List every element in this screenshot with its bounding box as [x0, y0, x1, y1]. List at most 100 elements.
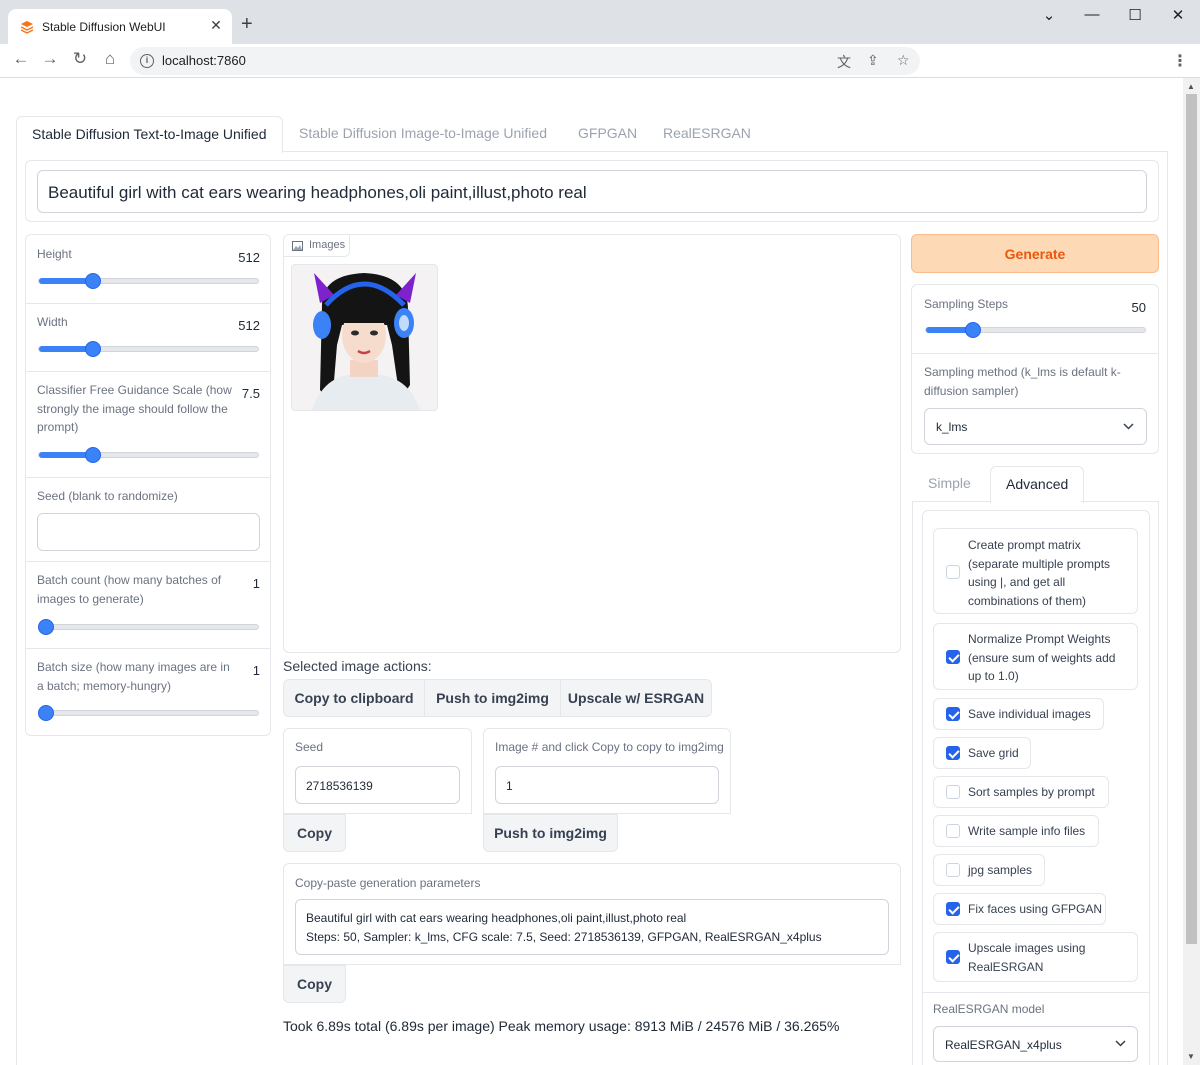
realesrgan-model-select[interactable]: RealESRGAN_x4plus [933, 1026, 1138, 1062]
page-scrollbar[interactable]: ▲ ▼ [1183, 78, 1200, 1065]
batch-size-label: Batch size (how many images are in a bat… [37, 660, 230, 693]
fix-faces-checkbox[interactable] [946, 902, 960, 916]
height-slider-thumb[interactable] [86, 274, 100, 288]
share-icon[interactable]: ⇪ [867, 52, 879, 69]
write-info-checkbox[interactable] [946, 824, 960, 838]
gallery-label: Images [309, 239, 346, 251]
sampling-steps-thumb[interactable] [966, 323, 980, 337]
jpg-samples-label: jpg samples [968, 863, 1033, 877]
width-slider-thumb[interactable] [86, 342, 100, 356]
sampling-panel: Sampling Steps 50 Sampling method (k_lms… [911, 284, 1159, 454]
close-tab-icon[interactable]: ✕ [208, 17, 224, 34]
image-index-label: Image # and click Copy to copy to img2im… [495, 740, 724, 754]
push-index-to-img2img-button[interactable]: Push to img2img [483, 814, 618, 852]
jpg-samples-checkbox[interactable] [946, 863, 960, 877]
option-jpg-samples[interactable]: jpg samples [933, 854, 1045, 886]
sampling-steps-slider[interactable] [925, 323, 1146, 337]
new-tab-icon[interactable]: + [241, 14, 253, 34]
scroll-thumb[interactable] [1186, 94, 1197, 944]
option-upscale[interactable]: Upscale images using RealESRGAN [933, 932, 1138, 982]
upscale-esrgan-button[interactable]: Upscale w/ ESRGAN [560, 679, 712, 717]
divider [912, 353, 1158, 354]
cfg-slider-thumb[interactable] [86, 448, 100, 462]
cfg-value[interactable]: 7.5 [222, 386, 260, 401]
scroll-down-icon[interactable]: ▼ [1187, 1052, 1195, 1061]
option-save-grid[interactable]: Save grid [933, 737, 1031, 769]
sampling-steps-value[interactable]: 50 [1108, 300, 1146, 315]
minimize-icon[interactable]: — [1077, 6, 1107, 23]
batch-count-slider-thumb[interactable] [39, 620, 53, 634]
width-label: Width [37, 315, 68, 329]
browser-titlebar: Stable Diffusion WebUI ✕ + ⌄ — ☐ ✕ [0, 0, 1200, 44]
batch-size-slider-thumb[interactable] [39, 706, 53, 720]
sort-samples-checkbox[interactable] [946, 785, 960, 799]
translate-icon[interactable]: 文 [837, 52, 851, 72]
home-icon[interactable]: ⌂ [99, 49, 121, 69]
seed-output-value[interactable]: 2718536139 [306, 779, 373, 793]
tab-img2img[interactable]: Stable Diffusion Image-to-Image Unified [299, 116, 547, 151]
prompt-matrix-checkbox[interactable] [946, 565, 960, 579]
back-icon[interactable]: ← [10, 49, 32, 69]
seed-input[interactable] [37, 513, 260, 551]
batch-count-slider[interactable] [38, 620, 259, 634]
height-slider[interactable] [38, 274, 259, 288]
params-line-1[interactable]: Beautiful girl with cat ears wearing hea… [306, 911, 686, 925]
params-line-2[interactable]: Steps: 50, Sampler: k_lms, CFG scale: 7.… [306, 930, 822, 944]
generate-button[interactable]: Generate [911, 234, 1159, 273]
scroll-up-icon[interactable]: ▲ [1187, 82, 1195, 91]
prompt-text[interactable]: Beautiful girl with cat ears wearing hea… [48, 183, 587, 203]
save-grid-checkbox[interactable] [946, 746, 960, 760]
option-prompt-matrix[interactable]: Create prompt matrix (separate multiple … [933, 528, 1138, 614]
fix-faces-label: Fix faces using GFPGAN [968, 902, 1103, 916]
option-write-info[interactable]: Write sample info files [933, 815, 1099, 847]
save-individual-checkbox[interactable] [946, 707, 960, 721]
params-textbox[interactable]: Beautiful girl with cat ears wearing hea… [295, 899, 889, 955]
browser-menu-icon[interactable]: ⋮ [1172, 51, 1188, 71]
reload-icon[interactable]: ↻ [69, 49, 91, 69]
width-slider[interactable] [38, 342, 259, 356]
copy-seed-button[interactable]: Copy [283, 814, 346, 852]
selected-actions-label: Selected image actions: [283, 658, 432, 674]
browser-tab[interactable]: Stable Diffusion WebUI ✕ [8, 9, 232, 44]
batch-count-value[interactable]: 1 [222, 576, 260, 591]
forward-icon[interactable]: → [39, 49, 61, 69]
normalize-weights-checkbox[interactable] [946, 650, 960, 664]
tab-txt2img[interactable]: Stable Diffusion Text-to-Image Unified [16, 116, 283, 153]
sampler-select-value[interactable]: k_lms [936, 420, 967, 434]
prompt-input[interactable]: Beautiful girl with cat ears wearing hea… [37, 170, 1147, 213]
url-text[interactable]: localhost:7860 [162, 53, 246, 68]
cfg-slider[interactable] [38, 448, 259, 462]
chevron-down-icon[interactable]: ⌄ [1034, 6, 1064, 24]
height-value[interactable]: 512 [222, 250, 260, 265]
subtab-advanced[interactable]: Advanced [990, 466, 1085, 503]
tab-gfpgan[interactable]: GFPGAN [578, 116, 637, 151]
upscale-checkbox[interactable] [946, 950, 960, 964]
batch-size-value[interactable]: 1 [222, 663, 260, 678]
realesrgan-model-value[interactable]: RealESRGAN_x4plus [945, 1038, 1062, 1052]
subtab-simple[interactable]: Simple [928, 466, 971, 501]
tab-realesrgan[interactable]: RealESRGAN [663, 116, 751, 151]
site-info-icon[interactable]: i [140, 54, 154, 68]
generated-image-thumbnail[interactable] [291, 264, 438, 411]
copy-params-button[interactable]: Copy [283, 965, 346, 1003]
seed-output-field[interactable]: 2718536139 [295, 766, 460, 804]
image-index-field[interactable]: 1 [495, 766, 719, 804]
close-window-icon[interactable]: ✕ [1163, 6, 1193, 24]
image-index-value[interactable]: 1 [506, 779, 513, 793]
upscale-label: Upscale images using RealESRGAN [968, 941, 1086, 974]
width-slider-fill [39, 346, 93, 352]
copy-to-clipboard-button[interactable]: Copy to clipboard [283, 679, 425, 717]
maximize-icon[interactable]: ☐ [1120, 6, 1150, 24]
address-bar[interactable]: i localhost:7860 文 ⇪ ☆ [130, 47, 920, 75]
option-save-individual[interactable]: Save individual images [933, 698, 1104, 730]
bookmark-star-icon[interactable]: ☆ [897, 52, 910, 69]
width-value[interactable]: 512 [222, 318, 260, 333]
prompt-panel: Beautiful girl with cat ears wearing hea… [25, 160, 1159, 222]
sampler-select[interactable]: k_lms [924, 408, 1147, 445]
option-fix-faces[interactable]: Fix faces using GFPGAN [933, 893, 1106, 925]
params-label: Copy-paste generation parameters [295, 876, 481, 890]
option-sort-samples[interactable]: Sort samples by prompt [933, 776, 1109, 808]
push-to-img2img-button[interactable]: Push to img2img [424, 679, 561, 717]
option-normalize-weights[interactable]: Normalize Prompt Weights (ensure sum of … [933, 623, 1138, 690]
batch-size-slider[interactable] [38, 706, 259, 720]
